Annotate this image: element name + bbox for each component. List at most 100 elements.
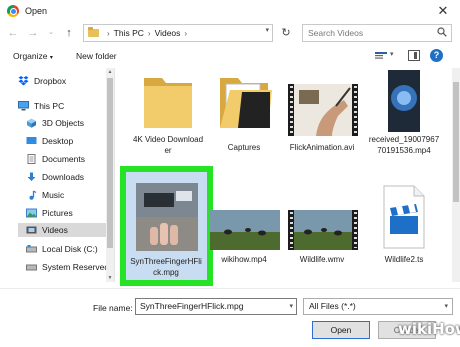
- command-bar: Organize ▾ New folder ▾ ?: [0, 46, 460, 66]
- file-name: wikihow.mp4: [221, 255, 267, 264]
- dialog-footer: File name: SynThreeFingerHFlick.mpg ▾ Al…: [0, 288, 460, 347]
- file-name: 4K Video Downloader: [132, 135, 204, 155]
- chevron-down-icon[interactable]: ▾: [444, 299, 448, 314]
- open-button[interactable]: Open: [312, 321, 370, 339]
- pictures-icon: [26, 208, 37, 218]
- file-item[interactable]: Wildlife2.ts: [368, 176, 440, 276]
- help-icon[interactable]: ?: [430, 49, 443, 62]
- file-name: SynThreeFingerHFlick.mpg: [130, 257, 202, 277]
- window-title: Open: [25, 6, 48, 16]
- sidebar-item-videos[interactable]: Videos: [18, 223, 106, 237]
- desktop-icon: [26, 137, 37, 144]
- wildlife-image: [294, 210, 352, 250]
- film-strip-icon: [352, 84, 358, 136]
- file-name: Captures: [227, 143, 261, 152]
- sidebar-item-label: Downloads: [42, 172, 85, 182]
- chevron-down-icon[interactable]: ▾: [289, 299, 293, 314]
- breadcrumb[interactable]: › This PC › Videos › ▾: [83, 24, 273, 42]
- chevron-right-icon[interactable]: ›: [148, 29, 151, 38]
- film-strip-icon: [352, 210, 358, 250]
- video-thumbnail: [388, 70, 420, 132]
- forward-arrow-icon[interactable]: →: [26, 24, 40, 42]
- sidebar-item-label: 3D Objects: [42, 118, 85, 128]
- three-finger-image: [136, 183, 198, 251]
- organize-label: Organize: [13, 51, 48, 61]
- blue-phone-image: [388, 70, 420, 132]
- watermark-how: How: [432, 320, 460, 338]
- hand-drawing-image: [294, 84, 352, 136]
- address-bar: ← → ⌄ ↑ › This PC › Videos › ▾ ↻ Search …: [0, 22, 460, 44]
- file-name: received_1900796770191536.mp4: [368, 135, 440, 155]
- back-arrow-icon[interactable]: ←: [6, 24, 20, 42]
- new-folder-button[interactable]: New folder: [76, 51, 117, 61]
- sidebar-item-label: Pictures: [42, 208, 73, 218]
- file-item[interactable]: FlickAnimation.avi: [286, 70, 358, 168]
- sidebar-item-label: Local Disk (C:): [42, 244, 98, 254]
- sidebar-item-3d-objects[interactable]: 3D Objects: [26, 116, 84, 130]
- refresh-icon[interactable]: ↻: [277, 25, 295, 41]
- video-thumbnail: [288, 210, 358, 250]
- content-scrollbar[interactable]: [452, 68, 460, 282]
- filetype-select[interactable]: All Files (*.*) ▾: [303, 298, 453, 315]
- sidebar-item-label: Music: [42, 190, 65, 200]
- breadcrumb-videos[interactable]: Videos: [155, 28, 181, 38]
- organize-button[interactable]: Organize ▾: [13, 51, 53, 61]
- file-list: 4K Video Downloader Captures FlickAnimat…: [120, 68, 450, 286]
- scroll-down-icon[interactable]: ▼: [106, 275, 114, 281]
- sidebar-item-downloads[interactable]: Downloads: [26, 170, 84, 184]
- file-item[interactable]: received_1900796770191536.mp4: [368, 70, 440, 178]
- filename-field[interactable]: SynThreeFingerHFlick.mpg ▾: [135, 298, 297, 315]
- filename-value: SynThreeFingerHFlick.mpg: [140, 301, 244, 311]
- video-thumbnail: [210, 210, 280, 250]
- sidebar-scrollbar[interactable]: ▲ ▼: [106, 68, 114, 282]
- sidebar-item-system-reserved[interactable]: System Reserved: [26, 260, 109, 274]
- wikihow-watermark: wikiHow: [398, 320, 460, 338]
- scroll-up-icon[interactable]: ▲: [106, 69, 114, 75]
- view-options-icon[interactable]: [375, 51, 387, 61]
- breadcrumb-this-pc[interactable]: This PC: [114, 28, 144, 38]
- sidebar-item-this-pc[interactable]: This PC: [18, 99, 64, 113]
- file-name: FlickAnimation.avi: [289, 143, 355, 152]
- file-item-selected[interactable]: SynThreeFingerHFlick.mpg: [130, 176, 202, 286]
- music-icon: [29, 190, 37, 200]
- folder-icon: [88, 27, 99, 37]
- close-button[interactable]: ✕: [434, 3, 452, 19]
- up-arrow-icon[interactable]: ↑: [62, 24, 76, 42]
- filename-label: File name:: [93, 303, 133, 313]
- search-input[interactable]: Search Videos: [302, 24, 452, 42]
- filetype-value: All Files (*.*): [309, 301, 356, 311]
- file-name: Wildlife.wmv: [299, 255, 345, 264]
- videos-icon: [26, 226, 37, 234]
- folder-icon: [144, 78, 192, 128]
- file-item[interactable]: wikihow.mp4: [208, 176, 280, 276]
- sidebar-item-music[interactable]: Music: [26, 188, 64, 202]
- file-item[interactable]: Wildlife.wmv: [286, 176, 358, 276]
- scrollbar-thumb[interactable]: [107, 78, 113, 248]
- scrollbar-thumb[interactable]: [453, 82, 459, 202]
- sidebar-item-pictures[interactable]: Pictures: [26, 206, 73, 220]
- sidebar-item-label: Dropbox: [34, 76, 67, 86]
- sidebar-item-desktop[interactable]: Desktop: [26, 134, 73, 148]
- chevron-down-icon[interactable]: ▾: [265, 26, 269, 34]
- sidebar-item-label: System Reserved: [42, 262, 110, 272]
- dropbox-icon: [18, 76, 29, 86]
- preview-pane-icon[interactable]: [408, 50, 420, 61]
- sidebar-item-label: Videos: [42, 225, 68, 235]
- video-thumbnail: [136, 183, 198, 251]
- chevron-right-icon[interactable]: ›: [107, 29, 110, 38]
- video-thumbnail: [288, 84, 358, 136]
- file-item[interactable]: Captures: [208, 70, 280, 168]
- video-file-icon: [383, 185, 425, 249]
- chevron-down-icon[interactable]: ▾: [390, 50, 394, 58]
- chevron-right-icon[interactable]: ›: [184, 29, 187, 38]
- sidebar-item-local-disk[interactable]: Local Disk (C:): [26, 242, 98, 256]
- sidebar-item-documents[interactable]: Documents: [26, 152, 85, 166]
- file-item[interactable]: 4K Video Downloader: [132, 70, 204, 168]
- computer-icon: [18, 101, 29, 111]
- navigation-pane: Dropbox This PC 3D Objects Desktop Docum…: [0, 68, 115, 282]
- download-icon: [27, 172, 36, 181]
- title-bar: Open ✕: [0, 0, 460, 22]
- sidebar-item-dropbox[interactable]: Dropbox: [18, 74, 66, 88]
- drive-icon: [26, 264, 37, 271]
- recent-dropdown-icon[interactable]: ⌄: [44, 24, 58, 42]
